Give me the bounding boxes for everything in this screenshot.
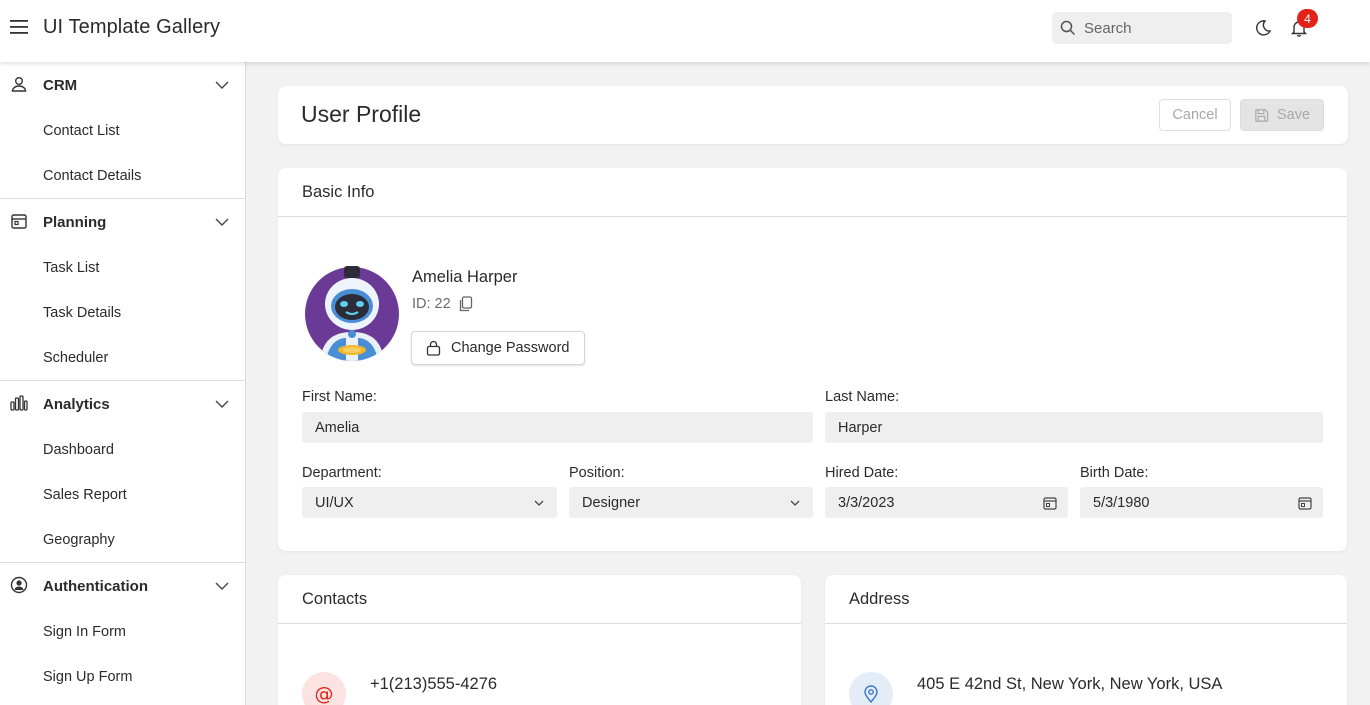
lock-icon [426, 340, 441, 356]
hired-date-label: Hired Date: [825, 465, 899, 481]
search-input[interactable] [1084, 19, 1224, 37]
change-password-label: Change Password [451, 340, 570, 356]
last-name-field[interactable]: Harper [825, 412, 1323, 443]
chevron-down-icon [215, 582, 229, 590]
profile-id-row: ID: 22 [412, 296, 473, 312]
sidebar-item-dashboard[interactable]: Dashboard [0, 427, 245, 472]
sidebar-item-contact-list[interactable]: Contact List [0, 108, 245, 153]
sidebar-item-scheduler[interactable]: Scheduler [0, 335, 245, 380]
card-heading: Address [849, 590, 910, 608]
sidebar-item-sales-report[interactable]: Sales Report [0, 472, 245, 517]
first-name-label: First Name: [302, 389, 377, 405]
sidebar-group-label: Planning [43, 213, 107, 231]
avatar [305, 266, 399, 361]
calendar-icon[interactable] [1297, 495, 1313, 511]
calendar-icon [10, 212, 28, 230]
search-icon [1060, 20, 1076, 36]
sidebar-item-sign-in-form[interactable]: Sign In Form [0, 609, 245, 654]
hired-date-value: 3/3/2023 [838, 494, 895, 511]
basic-info-card: Basic Info Amelia Harper ID: 22 Change P… [278, 168, 1347, 551]
birth-date-label: Birth Date: [1080, 465, 1149, 481]
sidebar-group-header-analytics[interactable]: Analytics [0, 381, 245, 427]
profile-id: ID: 22 [412, 296, 451, 312]
hamburger-icon [10, 20, 28, 34]
position-value: Designer [582, 494, 641, 511]
sidebar-item-geography[interactable]: Geography [0, 517, 245, 562]
card-header: Contacts [278, 575, 801, 624]
chart-icon [10, 394, 28, 412]
hired-date-field[interactable]: 3/3/2023 [825, 487, 1068, 518]
address-line: 405 E 42nd St, New York, New York, USA [917, 675, 1223, 693]
contact-phone: +1(213)555-4276 [370, 675, 498, 693]
save-icon [1255, 108, 1269, 122]
position-label: Position: [569, 465, 625, 481]
sidebar-item-contact-details[interactable]: Contact Details [0, 153, 245, 198]
sidebar-group-label: CRM [43, 76, 78, 94]
page-title-card: User Profile Cancel Save [278, 86, 1348, 144]
app-header: UI Template Gallery 4 [0, 0, 1370, 62]
sidebar-group-header-planning[interactable]: Planning [0, 199, 245, 245]
position-select[interactable]: Designer [569, 487, 813, 518]
sidebar-group-crm: CRM Contact List Contact Details [0, 62, 245, 199]
sidebar-item-task-details[interactable]: Task Details [0, 290, 245, 335]
page-title: User Profile [301, 101, 422, 127]
app-title: UI Template Gallery [43, 16, 221, 38]
location-icon-circle [849, 672, 893, 705]
sidebar-item-task-list[interactable]: Task List [0, 245, 245, 290]
department-value: UI/UX [315, 494, 354, 511]
cancel-button[interactable]: Cancel [1159, 99, 1231, 131]
last-name-label: Last Name: [825, 389, 900, 405]
first-name-field[interactable]: Amelia [302, 412, 813, 443]
sidebar-group-authentication: Authentication Sign In Form Sign Up Form [0, 563, 245, 699]
sidebar-group-label: Analytics [43, 395, 110, 413]
profile-name: Amelia Harper [412, 268, 518, 286]
card-heading: Basic Info [302, 183, 375, 201]
birth-date-field[interactable]: 5/3/1980 [1080, 487, 1323, 518]
sidebar-group-header-authentication[interactable]: Authentication [0, 563, 245, 609]
chevron-down-icon [531, 495, 547, 511]
sidebar-group-analytics: Analytics Dashboard Sales Report Geograp… [0, 381, 245, 563]
chevron-down-icon [215, 218, 229, 226]
sidebar-item-sign-up-form[interactable]: Sign Up Form [0, 654, 245, 699]
save-button-label: Save [1276, 107, 1311, 123]
contacts-card: Contacts @ +1(213)555-4276 [278, 575, 801, 705]
department-select[interactable]: UI/UX [302, 487, 557, 518]
save-button[interactable]: Save [1240, 99, 1324, 131]
copy-icon[interactable] [459, 296, 473, 312]
search-box[interactable] [1052, 12, 1232, 44]
user-circle-icon [10, 576, 28, 594]
chevron-down-icon [787, 495, 803, 511]
change-password-button[interactable]: Change Password [411, 331, 585, 365]
moon-icon [1256, 20, 1272, 36]
sidebar-group-label: Authentication [43, 577, 148, 595]
sidebar-group-planning: Planning Task List Task Details Schedule… [0, 199, 245, 381]
chevron-down-icon [215, 81, 229, 89]
first-name-value: Amelia [315, 419, 360, 436]
calendar-icon[interactable] [1042, 495, 1058, 511]
theme-toggle-button[interactable] [1252, 17, 1274, 39]
sidebar-group-header-crm[interactable]: CRM [0, 62, 245, 108]
address-card: Address 405 E 42nd St, New York, New Yor… [825, 575, 1347, 705]
card-header: Address [825, 575, 1347, 624]
user-icon [10, 75, 28, 93]
chevron-down-icon [215, 400, 229, 408]
sidebar: CRM Contact List Contact Details Plannin… [0, 62, 246, 705]
card-header: Basic Info [278, 168, 1347, 217]
last-name-value: Harper [838, 419, 883, 436]
notification-badge: 4 [1297, 9, 1318, 28]
birth-date-value: 5/3/1980 [1093, 494, 1150, 511]
menu-button[interactable] [8, 16, 30, 38]
phone-icon-circle: @ [302, 672, 346, 705]
map-pin-icon [864, 685, 878, 703]
card-heading: Contacts [302, 590, 368, 608]
at-icon: @ [314, 683, 334, 705]
department-label: Department: [302, 465, 382, 481]
